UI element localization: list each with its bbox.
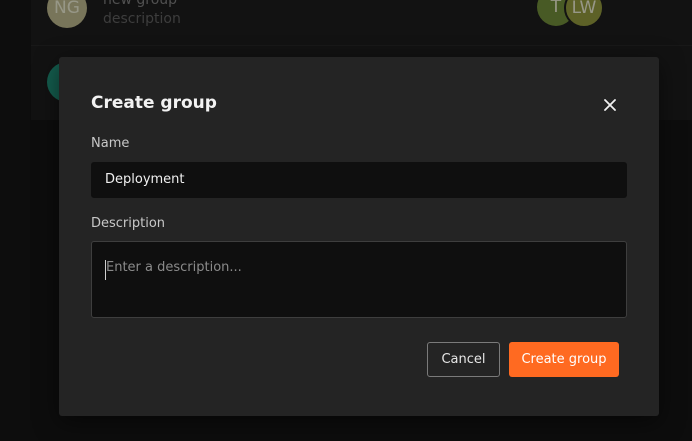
cancel-button[interactable]: Cancel bbox=[427, 342, 500, 377]
description-input[interactable]: Enter a description... bbox=[91, 241, 627, 318]
create-group-button[interactable]: Create group bbox=[509, 342, 619, 377]
name-input[interactable]: Deployment bbox=[91, 162, 627, 198]
name-label: Name bbox=[91, 136, 130, 151]
description-placeholder: Enter a description... bbox=[106, 260, 242, 275]
close-button[interactable] bbox=[600, 95, 620, 115]
app-stage: NG new group description T LW Create gro… bbox=[0, 0, 692, 441]
close-icon bbox=[604, 99, 616, 111]
dialog-title: Create group bbox=[91, 93, 217, 113]
description-label: Description bbox=[91, 216, 166, 231]
create-group-dialog: Create group Name Deployment Description… bbox=[59, 57, 659, 416]
